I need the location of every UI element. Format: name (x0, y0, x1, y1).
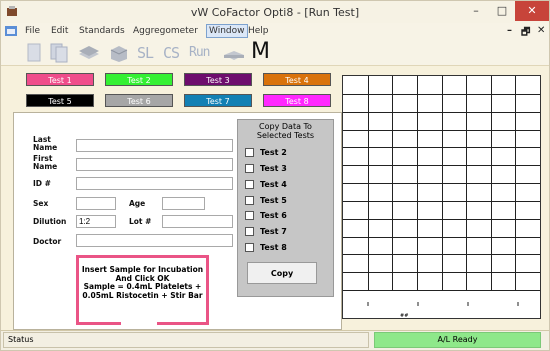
menu-aggregometer[interactable]: Aggregometer (131, 25, 200, 37)
checkbox[interactable] (245, 227, 254, 236)
sex-label: Sex (33, 199, 49, 208)
tab-test-7[interactable]: Test 7 (184, 94, 252, 107)
cs-button[interactable]: CS (163, 42, 180, 64)
checkbox-label: Test 4 (260, 180, 287, 189)
tab-test-3[interactable]: Test 3 (184, 73, 252, 86)
graph-axis-label: ## (400, 313, 408, 318)
mdi-close-button[interactable]: ✕ (537, 25, 545, 36)
last-name-input[interactable] (76, 139, 233, 152)
notice-ok-tab[interactable] (121, 320, 157, 325)
stack-icon[interactable] (77, 42, 101, 64)
new-document-icon[interactable] (25, 42, 43, 64)
instrument-icon[interactable] (221, 42, 247, 64)
checkbox-label: Test 2 (260, 148, 287, 157)
dilution-input[interactable] (76, 215, 116, 228)
checkbox-label: Test 6 (260, 211, 287, 220)
mdi-minimize-button[interactable]: – (507, 25, 512, 36)
copy-documents-icon[interactable] (49, 42, 69, 64)
checkbox-label: Test 8 (260, 243, 287, 252)
menu-edit[interactable]: Edit (49, 25, 70, 37)
age-label: Age (129, 199, 146, 208)
copy-button[interactable]: Copy (247, 262, 317, 284)
checkbox-label: Test 5 (260, 196, 287, 205)
menu-file[interactable]: File (23, 25, 42, 37)
status-text: Status (3, 332, 369, 348)
menu-standards[interactable]: Standards (77, 25, 127, 37)
tab-test-4[interactable]: Test 4 (263, 73, 331, 86)
status-bar: Status A/L Ready (1, 330, 549, 350)
checkbox[interactable] (245, 164, 254, 173)
logo-m-button[interactable]: M (251, 39, 270, 64)
graph-grid: ## (343, 76, 540, 319)
tab-test-6[interactable]: Test 6 (105, 94, 173, 107)
aggregation-graph: ## (342, 75, 541, 319)
tab-test-5[interactable]: Test 5 (26, 94, 94, 107)
run-button[interactable]: Run (189, 42, 211, 64)
checkbox[interactable] (245, 148, 254, 157)
maximize-button[interactable]: □ (489, 1, 515, 21)
checkbox[interactable] (245, 243, 254, 252)
lot-label: Lot # (129, 217, 152, 226)
checkbox[interactable] (245, 196, 254, 205)
id-input[interactable] (76, 177, 233, 190)
sex-input[interactable] (76, 197, 116, 210)
first-name-label: First Name (33, 154, 58, 171)
minimize-button[interactable]: – (463, 1, 489, 21)
toolbar: SL CS Run M (1, 39, 549, 66)
first-name-input[interactable] (76, 158, 233, 171)
ready-status: A/L Ready (374, 332, 541, 348)
dilution-label: Dilution (33, 217, 67, 226)
close-button[interactable]: ✕ (515, 1, 549, 21)
checkbox[interactable] (245, 211, 254, 220)
checkbox-label: Test 7 (260, 227, 287, 236)
last-name-label: Last Name (33, 135, 58, 152)
menu-help[interactable]: Help (246, 25, 271, 37)
menu-window[interactable]: Window (206, 24, 248, 38)
app-window: vW CoFactor Opti8 - [Run Test] – □ ✕ Fil… (0, 0, 550, 351)
menu-bar: File Edit Standards Aggregometer Window … (1, 23, 549, 40)
doctor-label: Doctor (33, 237, 62, 246)
tab-test-8[interactable]: Test 8 (263, 94, 331, 107)
title-bar: vW CoFactor Opti8 - [Run Test] – □ ✕ (1, 1, 549, 23)
age-input[interactable] (162, 197, 205, 210)
incubation-notice[interactable]: Insert Sample for Incubation And Click O… (76, 255, 209, 325)
doctor-input[interactable] (76, 234, 233, 247)
document-icon[interactable] (5, 26, 17, 36)
tab-test-1[interactable]: Test 1 (26, 73, 94, 86)
copy-panel-title: Copy Data To Selected Tests (256, 122, 315, 140)
box-icon[interactable] (107, 42, 131, 64)
checkbox-label: Test 3 (260, 164, 287, 173)
id-label: ID # (33, 179, 51, 188)
sl-button[interactable]: SL (137, 42, 154, 64)
lot-input[interactable] (162, 215, 233, 228)
tab-test-2[interactable]: Test 2 (105, 73, 173, 86)
notice-text: Insert Sample for Incubation And Click O… (81, 265, 204, 300)
checkbox[interactable] (245, 180, 254, 189)
